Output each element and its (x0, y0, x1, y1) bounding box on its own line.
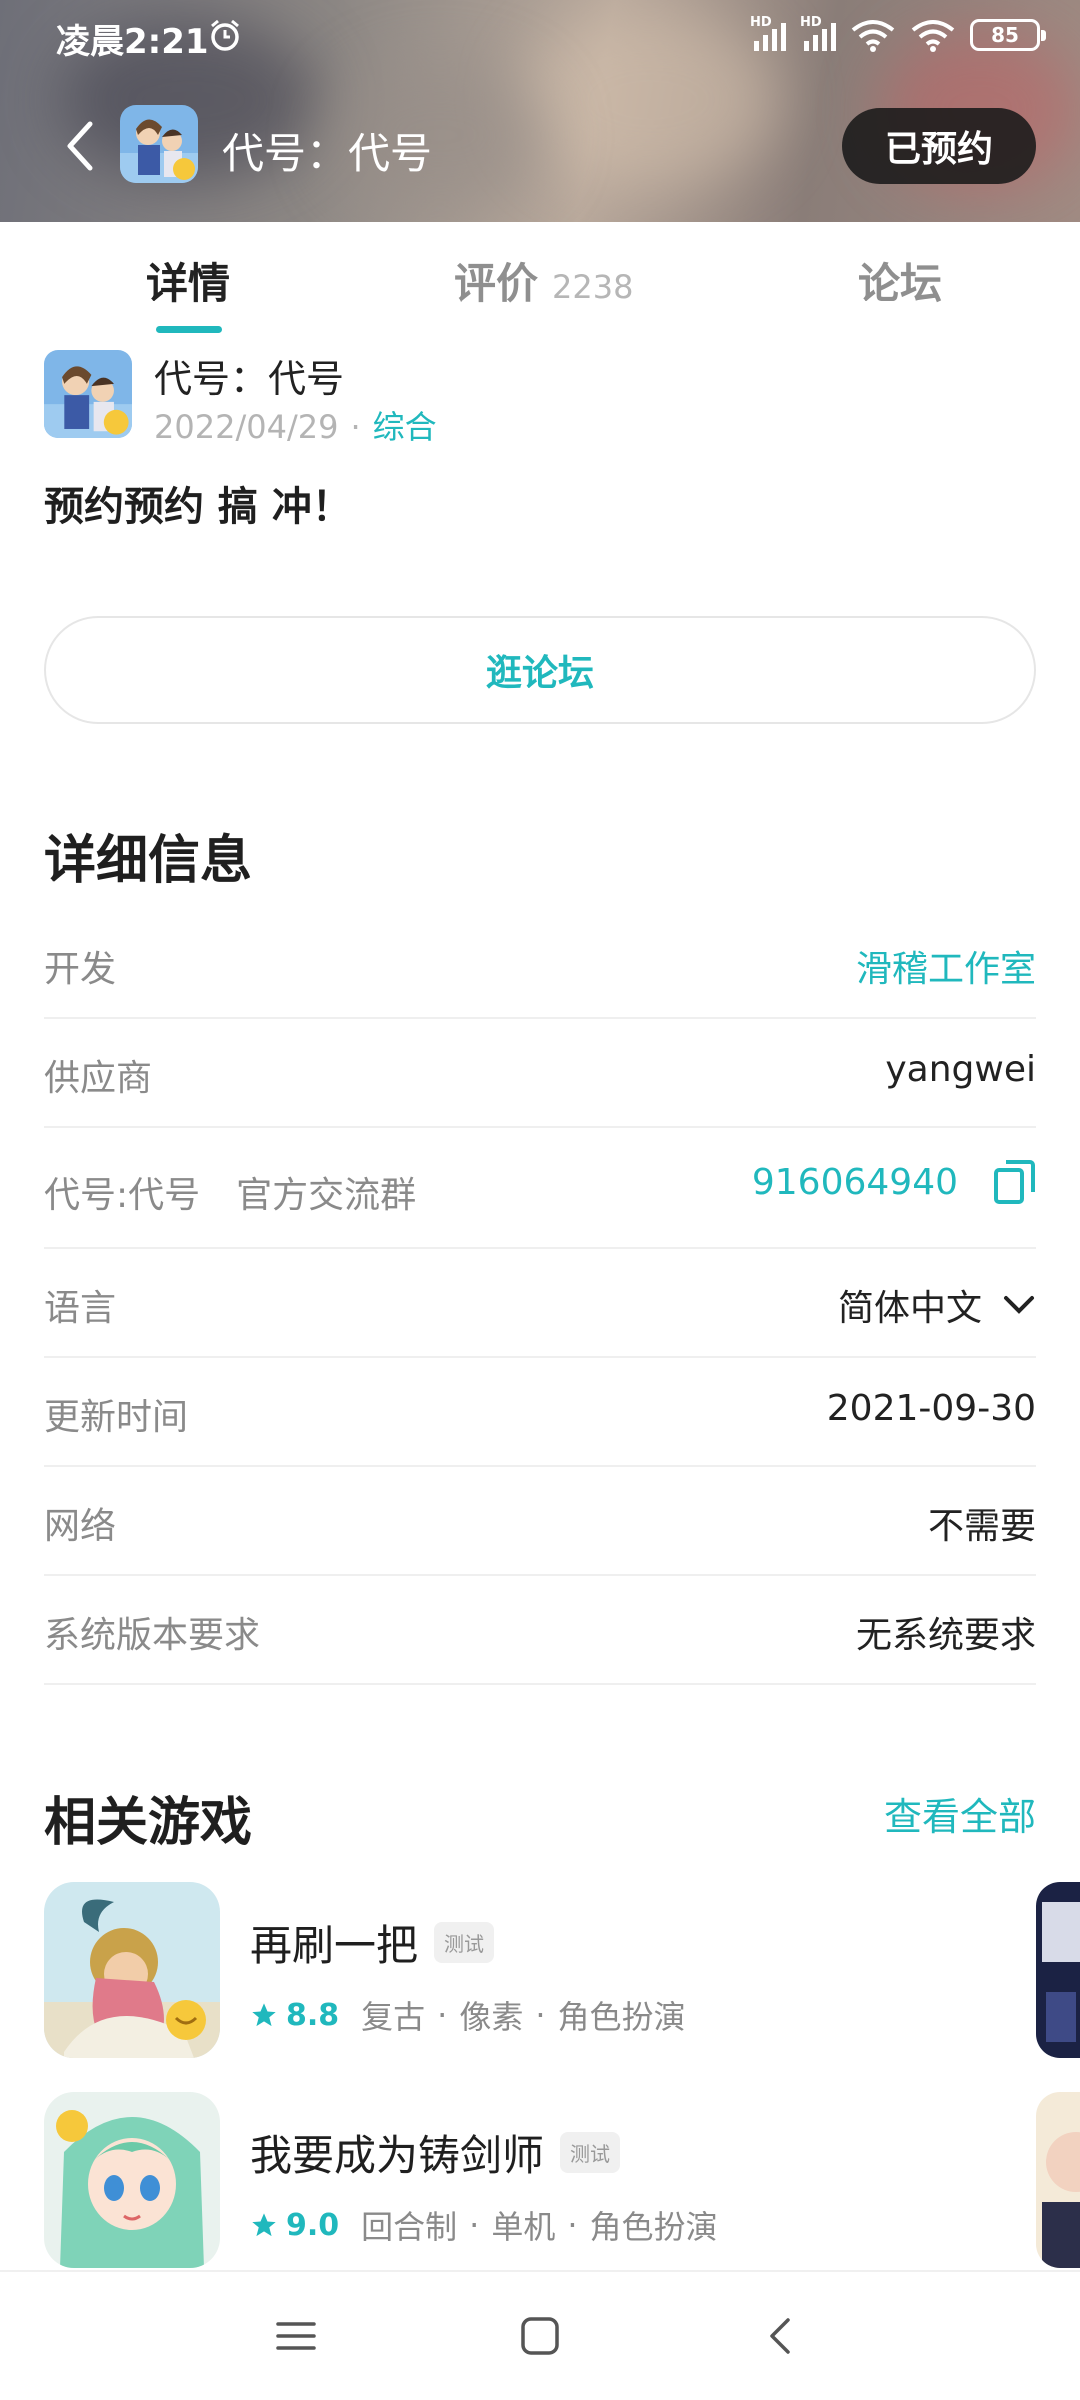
game-cover-image[interactable] (44, 1882, 220, 2058)
star-icon (252, 2003, 276, 2027)
home-icon[interactable] (514, 2310, 566, 2362)
details-section-title: 详细信息 (44, 831, 253, 891)
browse-forum-button[interactable]: 逛论坛 (44, 616, 1036, 724)
tab-forum[interactable]: 论坛 (858, 250, 942, 311)
reviews-count: 2238 (552, 268, 634, 306)
info-row-system-requirement: 系统版本要求 无系统要求 (44, 1576, 1036, 1685)
game-meta: 9.0 回合制 · 单机 · 角色扮演 (250, 2202, 718, 2248)
view-all-link[interactable]: 查看全部 (884, 1786, 1036, 1841)
app-icon (120, 105, 198, 183)
reserved-button[interactable]: 已预约 (842, 108, 1036, 184)
header-banner: 凌晨2:21 HD HD 85 代号：代号 已预约 (0, 0, 1080, 222)
status-bar: 凌晨2:21 HD HD 85 (0, 0, 1080, 76)
wifi-icon-2 (911, 20, 955, 52)
tab-active-indicator (156, 326, 222, 333)
nav-title: 代号：代号 (222, 129, 433, 178)
copy-icon[interactable] (992, 1158, 1036, 1206)
back-arrow-icon[interactable] (60, 118, 100, 174)
post-category[interactable]: 综合 (373, 408, 437, 446)
menu-icon[interactable] (270, 2310, 322, 2362)
wifi-icon-1 (851, 20, 895, 52)
info-row-group: 代号:代号 官方交流群 916064940 (44, 1128, 1036, 1249)
post-author-avatar[interactable] (44, 350, 132, 438)
tab-reviews[interactable]: 评价 2238 (454, 250, 633, 311)
game-name[interactable]: 我要成为铸剑师 测试 (250, 2122, 621, 2183)
meta-separator: · (350, 408, 361, 446)
peek-game-cover[interactable] (1036, 2092, 1080, 2268)
system-navigation-bar (0, 2270, 1080, 2400)
signal-icon-1: HD (750, 15, 786, 51)
game-score: 9.0 (286, 2207, 340, 2243)
post-content: 预约预约 搞 冲！ (44, 484, 352, 530)
tab-details[interactable]: 详情 (146, 250, 230, 311)
info-row-developer: 开发 滑稽工作室 (44, 910, 1036, 1019)
star-icon (252, 2213, 276, 2237)
tab-bar: 详情 评价 2238 论坛 (0, 222, 1080, 340)
test-badge: 测试 (560, 2132, 621, 2173)
post-date: 2022/04/29 (154, 408, 339, 446)
info-row-network: 网络 不需要 (44, 1467, 1036, 1576)
alarm-icon (211, 19, 239, 51)
group-number[interactable]: 916064940 (752, 1158, 1036, 1206)
related-game-item[interactable]: 我要成为铸剑师 测试 9.0 回合制 · 单机 · 角色扮演 (44, 2092, 1080, 2268)
info-row-language[interactable]: 语言 简体中文 (44, 1249, 1036, 1358)
chevron-down-icon (1004, 1296, 1034, 1314)
status-time: 凌晨2:21 (56, 22, 209, 62)
test-badge: 测试 (434, 1922, 495, 1963)
back-icon[interactable] (756, 2310, 808, 2362)
game-name[interactable]: 再刷一把 测试 (250, 1912, 495, 1973)
game-meta: 8.8 复古 · 像素 · 角色扮演 (250, 1992, 686, 2038)
post-meta: 2022/04/29 · 综合 (154, 402, 437, 448)
info-row-update-time: 更新时间 2021-09-30 (44, 1358, 1036, 1467)
post-author-name[interactable]: 代号：代号 (154, 348, 344, 403)
signal-icon-2: HD (800, 15, 836, 51)
game-cover-image[interactable] (44, 2092, 220, 2268)
related-game-item[interactable]: 再刷一把 测试 8.8 复古 · 像素 · 角色扮演 (44, 1882, 1080, 2058)
developer-link[interactable]: 滑稽工作室 (856, 940, 1036, 992)
language-select[interactable]: 简体中文 (838, 1279, 1036, 1331)
info-row-supplier: 供应商 yangwei (44, 1019, 1036, 1128)
game-score: 8.8 (286, 1997, 340, 2033)
related-section-title: 相关游戏 (44, 1793, 253, 1853)
battery-icon: 85 (970, 19, 1046, 51)
peek-game-cover[interactable] (1036, 1882, 1080, 2058)
